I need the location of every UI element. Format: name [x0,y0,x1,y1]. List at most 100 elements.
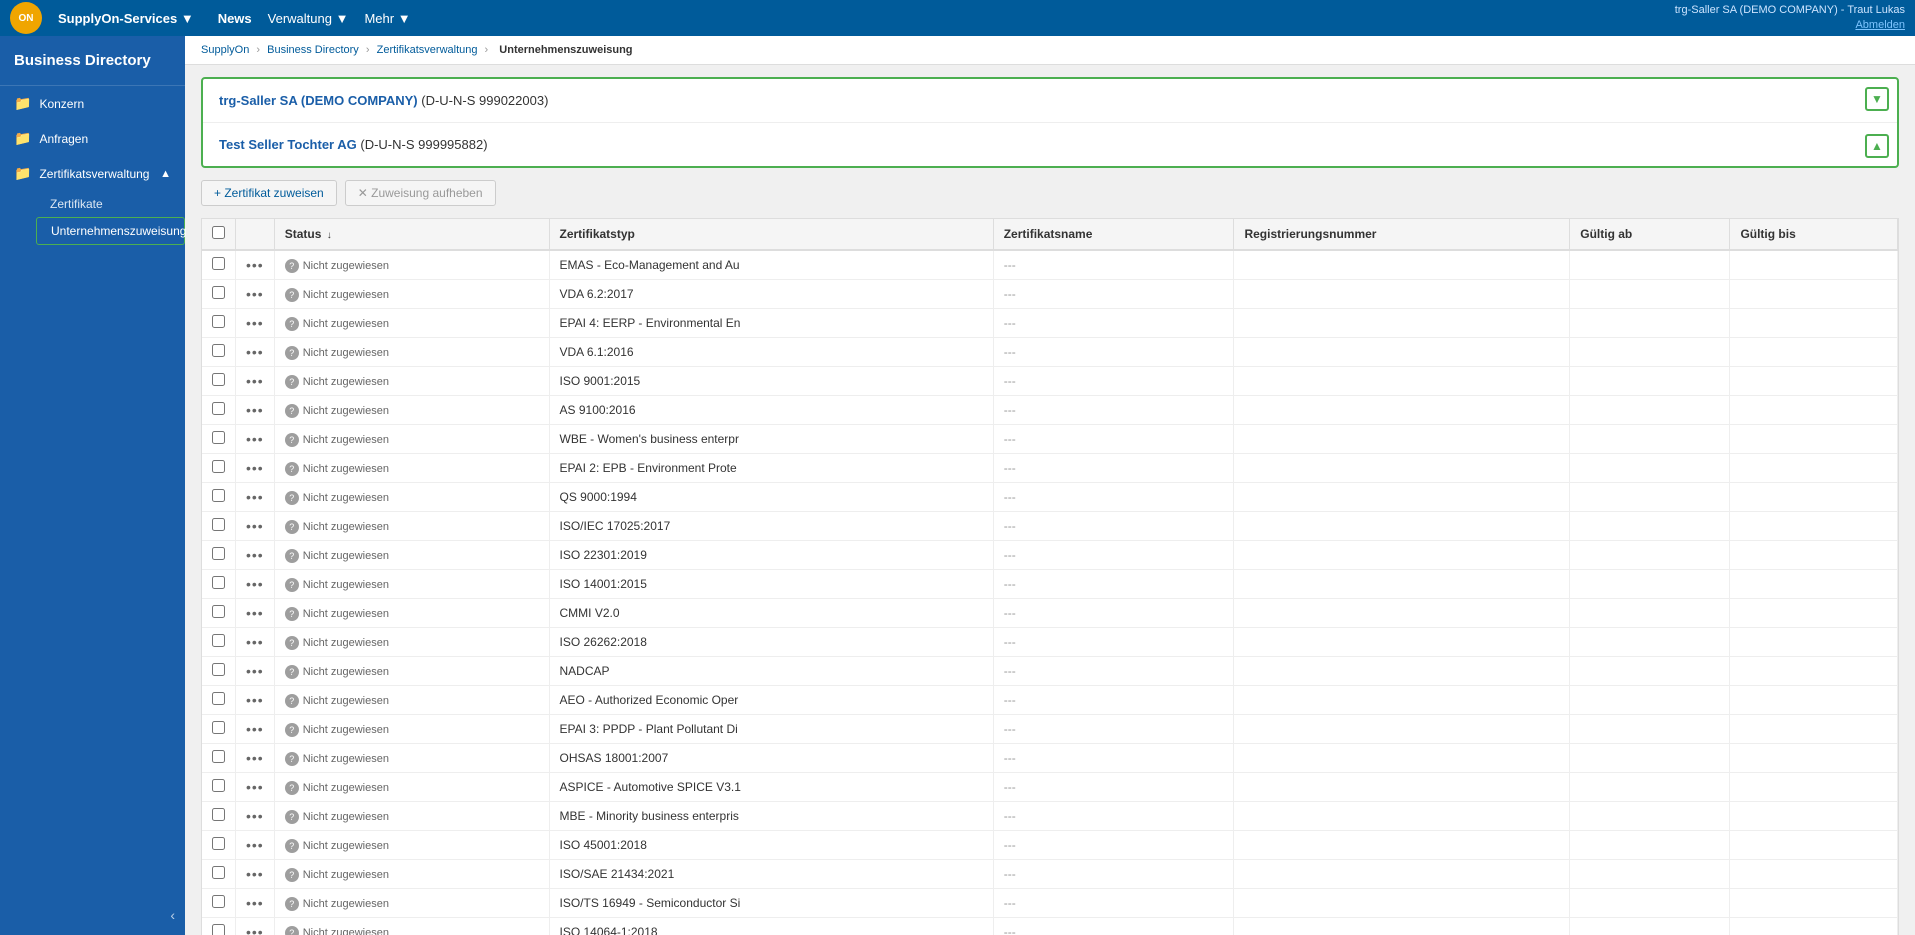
row-checkbox-cell[interactable] [202,250,236,280]
row-checkbox-cell[interactable] [202,802,236,831]
row-actions-button[interactable]: ••• [246,634,264,650]
collapse-icon[interactable]: ‹ [170,907,175,923]
row-checkbox[interactable] [212,402,225,415]
row-actions-cell[interactable]: ••• [236,918,275,935]
row-checkbox[interactable] [212,837,225,850]
row-checkbox-cell[interactable] [202,744,236,773]
logout-link[interactable]: Abmelden [1855,19,1905,31]
row-actions-button[interactable]: ••• [246,924,264,935]
row-checkbox[interactable] [212,634,225,647]
row-checkbox-cell[interactable] [202,338,236,367]
row-checkbox-cell[interactable] [202,541,236,570]
sidebar-item-konzern[interactable]: 📁 Konzern [0,86,185,121]
row-actions-button[interactable]: ••• [246,547,264,563]
row-checkbox-cell[interactable] [202,483,236,512]
row-actions-cell[interactable]: ••• [236,541,275,570]
row-checkbox-cell[interactable] [202,628,236,657]
row-actions-cell[interactable]: ••• [236,425,275,454]
row-checkbox[interactable] [212,373,225,386]
breadcrumb-supplyon[interactable]: SupplyOn [201,44,249,56]
nav-verwaltung[interactable]: Verwaltung ▼ [268,11,349,26]
row-checkbox-cell[interactable] [202,918,236,935]
row-actions-cell[interactable]: ••• [236,483,275,512]
row-actions-cell[interactable]: ••• [236,396,275,425]
row-actions-cell[interactable]: ••• [236,309,275,338]
row-checkbox[interactable] [212,866,225,879]
row-actions-button[interactable]: ••• [246,750,264,766]
row-actions-cell[interactable]: ••• [236,889,275,918]
row-actions-button[interactable]: ••• [246,866,264,882]
row-checkbox[interactable] [212,344,225,357]
row-checkbox[interactable] [212,924,225,935]
breadcrumb-zertifikat[interactable]: Zertifikatsverwaltung [377,44,478,56]
row-checkbox[interactable] [212,576,225,589]
row-checkbox-cell[interactable] [202,280,236,309]
row-actions-cell[interactable]: ••• [236,686,275,715]
company-toggle-collapse[interactable]: ▼ [1865,87,1889,111]
row-checkbox[interactable] [212,460,225,473]
sidebar-item-zertifikatsverwaltung[interactable]: 📁 Zertifikatsverwaltung ▲ [0,156,185,191]
row-checkbox[interactable] [212,895,225,908]
row-checkbox-cell[interactable] [202,715,236,744]
sidebar-sub-unternehmenszuweisung[interactable]: Unternehmenszuweisung [36,217,185,245]
row-checkbox[interactable] [212,721,225,734]
row-checkbox[interactable] [212,605,225,618]
row-checkbox[interactable] [212,547,225,560]
row-checkbox-cell[interactable] [202,773,236,802]
row-actions-button[interactable]: ••• [246,402,264,418]
row-actions-cell[interactable]: ••• [236,657,275,686]
row-checkbox-cell[interactable] [202,454,236,483]
row-actions-button[interactable]: ••• [246,315,264,331]
row-actions-button[interactable]: ••• [246,692,264,708]
nav-mehr[interactable]: Mehr ▼ [364,11,410,26]
row-actions-cell[interactable]: ••• [236,599,275,628]
row-actions-button[interactable]: ••• [246,837,264,853]
row-actions-cell[interactable]: ••• [236,715,275,744]
row-actions-cell[interactable]: ••• [236,831,275,860]
row-actions-button[interactable]: ••• [246,257,264,273]
row-checkbox-cell[interactable] [202,396,236,425]
col-status-header[interactable]: Status ↓ [274,219,549,250]
row-actions-cell[interactable]: ••• [236,570,275,599]
row-actions-button[interactable]: ••• [246,576,264,592]
row-actions-cell[interactable]: ••• [236,250,275,280]
row-checkbox-cell[interactable] [202,860,236,889]
row-checkbox-cell[interactable] [202,599,236,628]
nav-news[interactable]: News [218,11,252,26]
assign-certificate-button[interactable]: + Zertifikat zuweisen [201,180,337,206]
row-checkbox[interactable] [212,489,225,502]
row-actions-cell[interactable]: ••• [236,512,275,541]
row-checkbox-cell[interactable] [202,512,236,541]
row-actions-cell[interactable]: ••• [236,802,275,831]
row-actions-cell[interactable]: ••• [236,628,275,657]
row-actions-button[interactable]: ••• [246,895,264,911]
sidebar-item-anfragen[interactable]: 📁 Anfragen [0,121,185,156]
row-checkbox[interactable] [212,315,225,328]
row-checkbox[interactable] [212,286,225,299]
row-checkbox[interactable] [212,663,225,676]
row-actions-cell[interactable]: ••• [236,280,275,309]
row-checkbox[interactable] [212,257,225,270]
row-actions-button[interactable]: ••• [246,489,264,505]
row-checkbox[interactable] [212,431,225,444]
row-actions-cell[interactable]: ••• [236,744,275,773]
revoke-assignment-button[interactable]: ✕ Zuweisung aufheben [345,180,496,206]
row-checkbox-cell[interactable] [202,686,236,715]
breadcrumb-directory[interactable]: Business Directory [267,44,359,56]
services-menu[interactable]: SupplyOn-Services ▼ [58,11,194,26]
row-actions-cell[interactable]: ••• [236,367,275,396]
row-actions-button[interactable]: ••• [246,663,264,679]
row-checkbox-cell[interactable] [202,570,236,599]
col-select-all[interactable] [202,219,236,250]
row-checkbox-cell[interactable] [202,367,236,396]
row-actions-cell[interactable]: ••• [236,454,275,483]
row-checkbox[interactable] [212,518,225,531]
row-checkbox-cell[interactable] [202,889,236,918]
row-actions-button[interactable]: ••• [246,518,264,534]
row-checkbox[interactable] [212,779,225,792]
row-checkbox[interactable] [212,750,225,763]
row-checkbox-cell[interactable] [202,425,236,454]
row-actions-button[interactable]: ••• [246,460,264,476]
row-actions-cell[interactable]: ••• [236,338,275,367]
row-actions-cell[interactable]: ••• [236,773,275,802]
